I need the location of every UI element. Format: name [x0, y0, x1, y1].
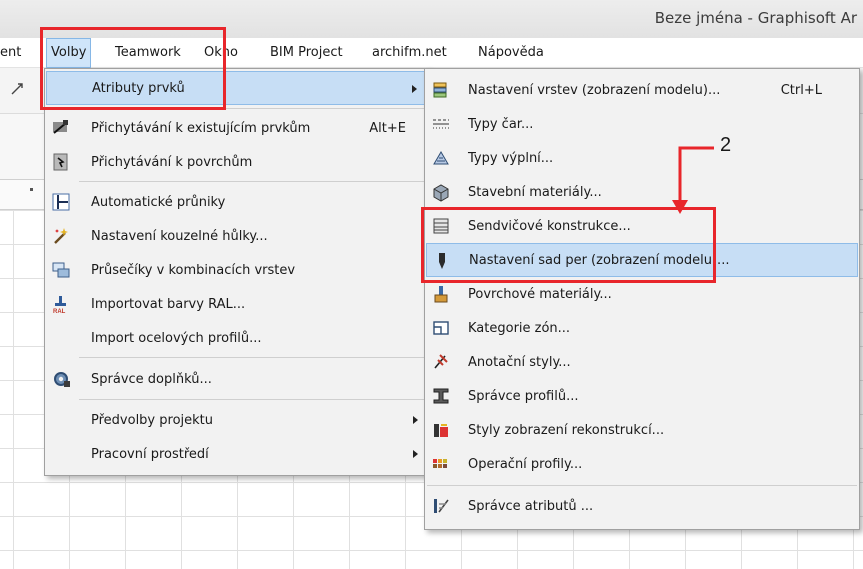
menu-item-layer-intersections[interactable]: Průsečíky v kombinacích vrstev — [46, 253, 428, 287]
menu-item-label: Správce profilů... — [468, 388, 579, 404]
menu-item-label: Import ocelových profilů... — [91, 330, 262, 346]
menu-item-label: Importovat barvy RAL... — [91, 296, 246, 312]
magic-wand-icon — [51, 226, 71, 246]
zone-categories-icon — [431, 318, 451, 338]
menu-archifm[interactable]: archifm.net — [372, 38, 447, 68]
menu-item-label: Operační profily... — [468, 456, 583, 472]
menu-item-ral-colors[interactable]: RAL Importovat barvy RAL... — [46, 287, 428, 321]
window-title: Beze jména - Graphisoft Ar — [654, 9, 857, 27]
menu-item-label: Typy výplní... — [468, 150, 554, 166]
menu-separator — [79, 399, 427, 400]
menu-item-label: Pracovní prostředí — [91, 446, 209, 462]
menu-item-operation-profiles[interactable]: Operační profily... — [426, 447, 858, 481]
snap-elements-icon — [51, 118, 71, 138]
ruler-dot — [30, 188, 33, 191]
menu-item-label: Nastavení kouzelné hůlky... — [91, 228, 268, 244]
menu-item-magic-wand[interactable]: Nastavení kouzelné hůlky... — [46, 219, 428, 253]
menu-item-label: Automatické průniky — [91, 194, 226, 210]
snap-tool-icon[interactable] — [10, 82, 24, 100]
menu-item-snap-elements[interactable]: Přichytávání k existujícím prvkům Alt+E — [46, 111, 428, 145]
menu-item-auto-intersections[interactable]: Automatické průniky — [46, 185, 428, 219]
submenu-arrow-icon — [413, 450, 418, 458]
line-types-icon — [431, 114, 451, 134]
menu-item-steel-profiles[interactable]: Import ocelových profilů... — [46, 321, 428, 355]
menu-item-label: Přichytávání k povrchům — [91, 154, 253, 170]
menu-item-label: Správce doplňků... — [91, 371, 212, 387]
annotation-styles-icon — [431, 352, 451, 372]
renovation-styles-icon — [431, 420, 451, 440]
menu-item-label: Předvolby projektu — [91, 412, 213, 428]
attribute-manager-icon — [431, 496, 451, 516]
menu-item-label: Stavební materiály... — [468, 184, 602, 200]
layer-intersections-icon — [51, 260, 71, 280]
atributy-prvku-submenu: Nastavení vrstev (zobrazení modelu)... C… — [424, 68, 860, 530]
snap-surfaces-icon — [51, 152, 71, 172]
menu-item-layer-settings[interactable]: Nastavení vrstev (zobrazení modelu)... C… — [426, 73, 858, 107]
operation-profiles-icon — [431, 454, 451, 474]
submenu-arrow-icon — [412, 85, 417, 93]
menu-item-line-types[interactable]: Typy čar... — [426, 107, 858, 141]
menu-item-renovation-styles[interactable]: Styly zobrazení rekonstrukcí... — [426, 413, 858, 447]
profile-manager-icon — [431, 386, 451, 406]
menu-item-annotation-styles[interactable]: Anotační styly... — [426, 345, 858, 379]
menu-item-profile-manager[interactable]: Správce profilů... — [426, 379, 858, 413]
ral-colors-icon: RAL — [51, 294, 71, 314]
menu-napoveda[interactable]: Nápověda — [478, 38, 544, 68]
menu-item-shortcut: Alt+E — [369, 120, 406, 136]
addon-manager-icon — [51, 369, 71, 389]
svg-text:RAL: RAL — [53, 309, 66, 314]
menu-item-label: Typy čar... — [468, 116, 534, 132]
menu-item-work-environment[interactable]: Pracovní prostředí — [46, 437, 428, 471]
menu-separator — [79, 357, 427, 358]
menu-item-label: Správce atributů ... — [468, 498, 594, 514]
menu-separator — [79, 181, 427, 182]
menu-item-attribute-manager[interactable]: Správce atributů ... — [426, 489, 858, 523]
menu-item-fill-types[interactable]: Typy výplní... — [426, 141, 858, 175]
menu-item-label: Povrchové materiály... — [468, 286, 612, 302]
submenu-arrow-icon — [413, 416, 418, 424]
surface-materials-icon — [431, 284, 451, 304]
menu-item-label: Průsečíky v kombinacích vrstev — [91, 262, 296, 278]
menu-item-label: Anotační styly... — [468, 354, 571, 370]
menu-item-label: Přichytávání k existujícím prvkům — [91, 120, 311, 136]
menu-item-addon-manager[interactable]: Správce doplňků... — [46, 362, 428, 396]
annotation-box-volby — [40, 27, 226, 110]
layers-icon — [431, 80, 451, 100]
menu-item-shortcut: Ctrl+L — [780, 82, 822, 98]
auto-intersection-icon — [51, 192, 71, 212]
menu-element[interactable]: ent — [0, 38, 21, 68]
building-materials-icon — [431, 182, 451, 202]
menu-item-label: Styly zobrazení rekonstrukcí... — [468, 422, 665, 438]
menu-bim-project[interactable]: BIM Project — [270, 38, 343, 68]
menu-item-project-preferences[interactable]: Předvolby projektu — [46, 403, 428, 437]
menu-item-label: Nastavení vrstev (zobrazení modelu)... — [468, 82, 721, 98]
menu-item-zone-categories[interactable]: Kategorie zón... — [426, 311, 858, 345]
menu-item-building-materials[interactable]: Stavební materiály... — [426, 175, 858, 209]
annotation-step-number: 2 — [720, 134, 732, 156]
annotation-box-pen-sets — [421, 207, 716, 283]
menu-item-snap-surfaces[interactable]: Přichytávání k povrchům — [46, 145, 428, 179]
menu-separator — [427, 485, 857, 486]
volby-dropdown-menu: Atributy prvků Přichytávání k existující… — [44, 68, 430, 476]
menu-item-label: Kategorie zón... — [468, 320, 571, 336]
fill-types-icon — [431, 148, 451, 168]
